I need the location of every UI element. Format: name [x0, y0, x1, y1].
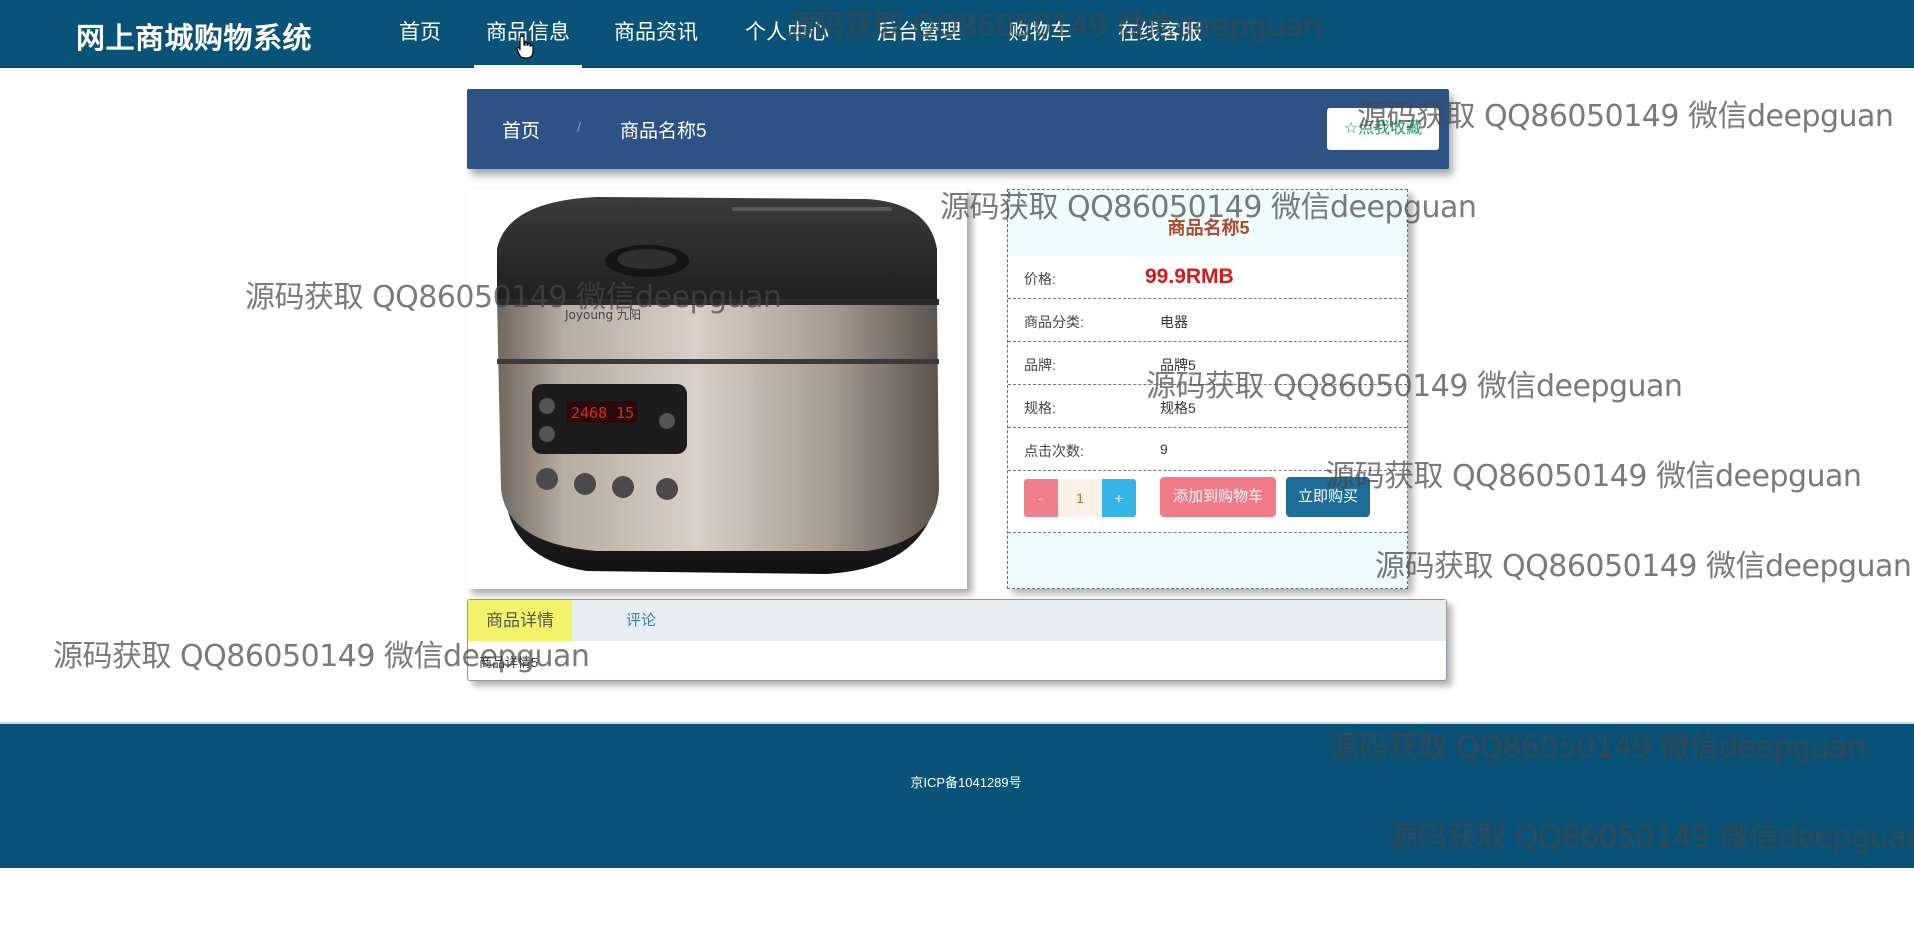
icp-record[interactable]: 京ICP备1041289号: [0, 772, 1914, 791]
quantity-decrement-button[interactable]: -: [1024, 479, 1058, 517]
quantity-increment-button[interactable]: +: [1102, 479, 1136, 517]
product-detail-section: 商品详情 评论 商品详情5: [467, 599, 1447, 681]
nav-item-home[interactable]: 首页: [397, 0, 443, 68]
top-nav: 网上商城购物系统 首页 商品信息 商品资讯 个人中心 后台管理 购物车 在线客服: [0, 0, 1914, 68]
nav-item-online-service[interactable]: 在线客服: [1115, 0, 1205, 68]
tab-comments[interactable]: 评论: [606, 600, 676, 641]
product-title: 商品名称5: [1167, 218, 1250, 238]
detail-content: 商品详情5: [479, 655, 539, 670]
price-label: 价格:: [1024, 271, 1056, 287]
hand-cursor-icon: [516, 35, 534, 59]
nav-item-news[interactable]: 商品资讯: [611, 0, 701, 68]
svg-text:2468 15: 2468 15: [571, 404, 634, 422]
breadcrumb-current: 商品名称5: [620, 121, 707, 142]
rice-cooker-image-icon: Joyoung 九阳 2468 15: [497, 197, 939, 574]
watermark-text: 源码获取 QQ86050149 微信deepguan: [1375, 549, 1912, 584]
price-row: 价格: 99.9RMB: [1008, 256, 1407, 299]
brand-row: 品牌: 品牌5: [1008, 342, 1407, 385]
brand-label: 品牌:: [1024, 357, 1056, 373]
clicks-value: 9: [1160, 441, 1168, 457]
add-to-cart-button[interactable]: 添加到购物车: [1160, 477, 1276, 517]
breadcrumb-separator: /: [577, 119, 581, 135]
clicks-row: 点击次数: 9: [1008, 428, 1407, 471]
spec-value: 规格5: [1160, 400, 1196, 416]
quantity-stepper: - 1 +: [1024, 479, 1136, 517]
detail-tabs: 商品详情 评论: [468, 600, 1446, 641]
clicks-label: 点击次数:: [1024, 443, 1084, 459]
spec-row: 规格: 规格5: [1008, 385, 1407, 428]
category-value: 电器: [1160, 314, 1188, 330]
quantity-input[interactable]: 1: [1058, 479, 1102, 517]
brand-value: 品牌5: [1160, 357, 1196, 373]
product-image: Joyoung 九阳 2468 15: [467, 189, 967, 589]
nav-item-admin[interactable]: 后台管理: [874, 0, 964, 68]
nav-item-cart[interactable]: 购物车: [1006, 0, 1074, 68]
spec-label: 规格:: [1024, 400, 1056, 416]
price-value: 99.9RMB: [1145, 265, 1234, 288]
site-brand[interactable]: 网上商城购物系统: [76, 15, 312, 57]
category-row: 商品分类: 电器: [1008, 299, 1407, 342]
category-label: 商品分类:: [1024, 314, 1084, 330]
product-info-panel: 商品名称5 价格: 99.9RMB 商品分类: 电器 品牌: 品牌5 规格: 规…: [1007, 189, 1408, 589]
buy-now-button[interactable]: 立即购买: [1286, 477, 1370, 517]
footer: 京ICP备1041289号: [0, 722, 1914, 868]
breadcrumb-home[interactable]: 首页: [502, 116, 540, 143]
breadcrumb: 首页 / 商品名称5 ☆点我收藏: [467, 89, 1449, 169]
tab-detail[interactable]: 商品详情: [468, 600, 572, 641]
favorite-button[interactable]: ☆点我收藏: [1327, 108, 1439, 150]
svg-text:Joyoung 九阳: Joyoung 九阳: [564, 308, 641, 322]
nav-item-user-center[interactable]: 个人中心: [742, 0, 832, 68]
